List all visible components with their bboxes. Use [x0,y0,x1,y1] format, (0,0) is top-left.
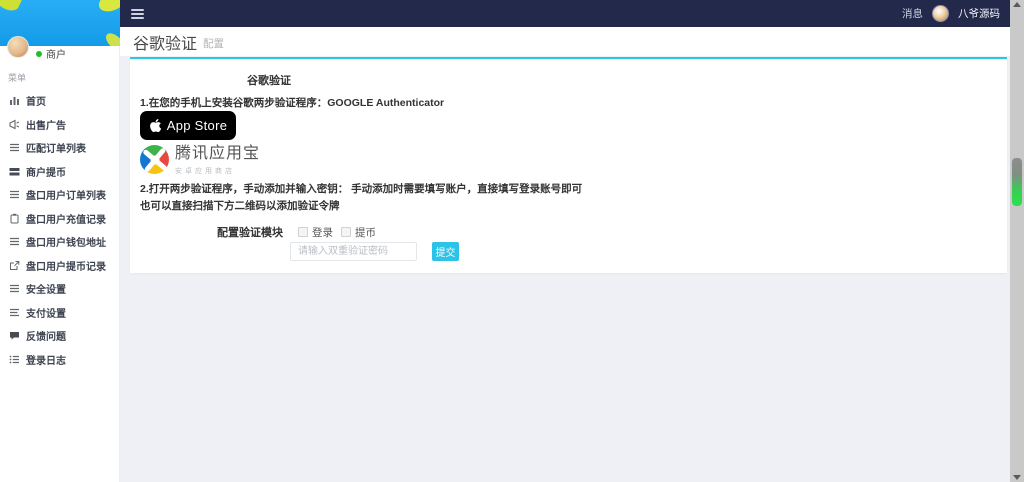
bank-card-icon [9,166,20,177]
withdraw-checkbox[interactable]: 提币 [341,225,376,240]
sidebar-item-merchant-withdraw[interactable]: 商户提币 [0,160,120,184]
tencent-myapp-badge[interactable]: 腾讯应用宝 安卓应用商店 [140,145,260,176]
list-icon [9,236,20,247]
sidebar-item-payment-settings[interactable]: 支付设置 [0,301,120,325]
sidebar-item-sell-ads[interactable]: 出售广告 [0,113,120,137]
step1-instruction: 1.在您的手机上安装谷歌两步验证程序：GOOGLE Authenticator [140,95,444,112]
list-icon [9,283,20,294]
list-icon [9,142,20,153]
external-link-icon [9,260,20,271]
sidebar-item-user-deposits[interactable]: 盘口用户充值记录 [0,207,120,231]
checkbox-unchecked-icon[interactable] [341,227,351,237]
tencent-myapp-logo-icon [140,145,169,174]
hamburger-menu-icon[interactable] [131,7,144,21]
menu-section-label: 菜单 [8,71,26,84]
step2-instruction: 2.打开两步验证程序，手动添加并输入密钥： 手动添加时需要填写账户，直接填写登录… [140,181,592,215]
list-icon [9,189,20,200]
leaf-decoration [96,0,120,16]
sidebar-item-feedback[interactable]: 反馈问题 [0,324,120,348]
tencent-myapp-text: 腾讯应用宝 安卓应用商店 [175,145,260,176]
scrollbar-thumb[interactable] [1012,158,1022,206]
tencent-myapp-tagline: 安卓应用商店 [175,166,260,176]
app-store-badge[interactable]: App Store [140,111,236,140]
sidebar-menu: 首页 出售广告 匹配订单列表 商户提币 盘口用户订单列表 盘口用户充值记录 [0,89,120,371]
password-row: 提交 [140,242,459,261]
profile-role-label: 商户 [46,46,66,61]
verify-module-checkboxes: 登录 提币 [298,225,376,240]
admin-app: 商户 菜单 首页 出售广告 匹配订单列表 商户提币 盘口用户订单列表 [0,0,1024,482]
online-status-dot [36,51,42,57]
log-list-icon [9,354,20,365]
bar-chart-icon [9,95,20,106]
scroll-down-icon[interactable] [1013,475,1021,480]
checkbox-unchecked-icon[interactable] [298,227,308,237]
topbar: 消息 八爷源码 [120,0,1010,27]
user-avatar[interactable] [932,5,949,22]
scroll-up-icon[interactable] [1013,2,1021,7]
sidebar-item-matched-orders[interactable]: 匹配订单列表 [0,136,120,160]
window-scrollbar[interactable] [1010,0,1024,482]
login-checkbox[interactable]: 登录 [298,225,333,240]
apple-logo-icon [149,118,162,133]
verify-module-label: 配置验证模块 [140,224,283,240]
megaphone-icon [9,119,20,130]
profile-status-row: 商户 [36,46,66,61]
leaf-decoration [103,30,120,46]
verify-module-row: 配置验证模块 登录 提币 [140,224,376,240]
card-heading: 谷歌验证 [247,72,291,88]
two-factor-password-input[interactable] [290,242,417,261]
content-area: 谷歌验证 1.在您的手机上安装谷歌两步验证程序：GOOGLE Authentic… [120,57,1010,482]
chat-bubble-icon [9,330,20,341]
page-head: 谷歌验证 配置 [120,27,1010,57]
list-icon [9,307,20,318]
sidebar-item-user-wallets[interactable]: 盘口用户钱包地址 [0,230,120,254]
app-store-label: App Store [167,118,228,133]
tencent-myapp-name: 腾讯应用宝 [175,145,260,163]
sidebar-item-user-withdrawals[interactable]: 盘口用户提币记录 [0,254,120,278]
username-label[interactable]: 八爷源码 [958,6,1000,21]
topbar-right: 消息 八爷源码 [902,5,1010,22]
sidebar: 商户 菜单 首页 出售广告 匹配订单列表 商户提币 盘口用户订单列表 [0,0,120,482]
messages-link[interactable]: 消息 [902,6,923,21]
page-title: 谷歌验证 [133,30,197,54]
clipboard-icon [9,213,20,224]
page-subtitle: 配置 [203,36,224,51]
sidebar-item-user-orders[interactable]: 盘口用户订单列表 [0,183,120,207]
profile-avatar[interactable] [7,36,29,58]
sidebar-item-security-settings[interactable]: 安全设置 [0,277,120,301]
sidebar-item-home[interactable]: 首页 [0,89,120,113]
sidebar-item-login-log[interactable]: 登录日志 [0,348,120,372]
submit-button[interactable]: 提交 [432,242,459,261]
google-auth-card: 谷歌验证 1.在您的手机上安装谷歌两步验证程序：GOOGLE Authentic… [130,57,1007,273]
leaf-decoration [0,0,22,14]
